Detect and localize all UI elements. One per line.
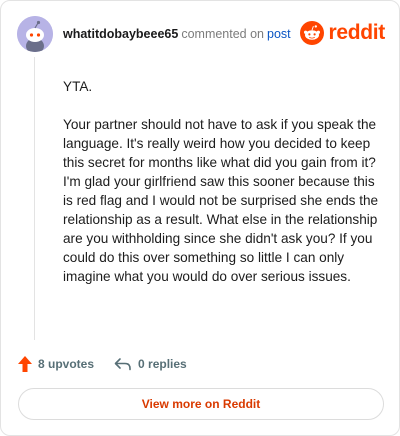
snoo-avatar-icon[interactable] [17,16,53,52]
comment-meta: whatitdobaybeee65 commented on post [63,27,291,41]
username-link[interactable]: whatitdobaybeee65 [63,27,178,41]
comment-embed-card: whatitdobaybeee65 commented on post reddit… [0,0,400,436]
comment-actions: 8 upvotes 0 replies [18,354,207,374]
reddit-brand[interactable]: reddit [300,20,385,46]
reddit-logo-icon [300,21,325,45]
reply-count: 0 replies [138,357,187,371]
reply-arrow-icon [114,358,131,371]
post-link[interactable]: post [267,27,291,41]
thread-line [34,57,35,340]
reddit-wordmark: reddit [328,21,385,44]
comment-body: YTA. Your partner should not have to ask… [63,77,385,305]
reply-button[interactable]: 0 replies [114,357,187,371]
comment-header: whatitdobaybeee65 commented on post reddit [17,16,385,52]
view-more-button[interactable]: View more on Reddit [18,388,384,420]
upvote-button[interactable]: 8 upvotes [18,356,94,372]
upvote-arrow-icon [18,356,32,372]
upvote-count: 8 upvotes [38,357,95,371]
comment-paragraph: YTA. [63,79,93,94]
comment-paragraph: Your partner should not have to ask if y… [63,117,379,284]
action-text: commented on [181,27,265,41]
